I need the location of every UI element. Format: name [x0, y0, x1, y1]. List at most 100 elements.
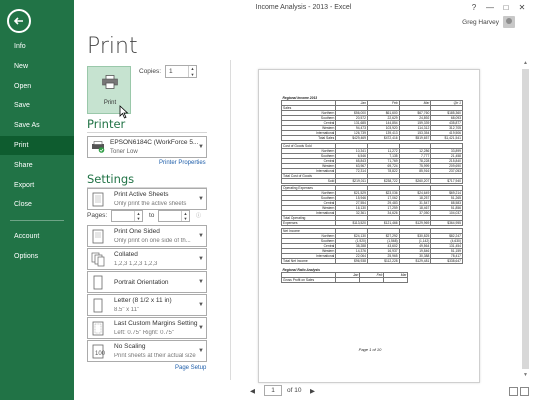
page-footer: Page 1 of 10 [358, 347, 382, 352]
printer-icon [102, 75, 118, 89]
preview-sheet: Regional Income 2013 Jan Feb Mar Qtr 1 Sales N… [280, 96, 463, 283]
portrait-icon [93, 275, 103, 290]
page-number-input[interactable]: 1 [264, 385, 282, 396]
setting-title: Portrait Orientation [114, 279, 169, 286]
setting-subtitle: Only print the active sheets [114, 201, 187, 207]
pane-divider [230, 60, 231, 380]
scrollbar-thumb[interactable] [522, 69, 529, 369]
printer-heading: Printer [87, 117, 126, 131]
setting-title: Print Active Sheets [114, 191, 169, 198]
page-title: Print [87, 34, 138, 59]
setting-subtitle: Left: 0.75" Right: 0.75" [114, 330, 174, 336]
printer-status: Toner Low [110, 149, 138, 155]
backstage-item-save[interactable]: Save [0, 96, 74, 115]
paper-size-dropdown[interactable]: Letter (8 1/2 x 11 in) 8.5" x 11" ▼ [87, 294, 207, 316]
margins-icon [92, 321, 104, 336]
chevron-down-icon: ▼ [198, 196, 204, 202]
one-sided-icon [92, 229, 104, 244]
svg-text:100: 100 [95, 351, 105, 357]
cell-value: $112,228 [366, 257, 400, 264]
scaling-icon: 100 [92, 344, 105, 359]
page-setup-link[interactable]: Page Setup [175, 365, 206, 371]
setting-title: No Scaling [114, 343, 146, 350]
backstage-item-print[interactable]: Print [0, 136, 74, 155]
chevron-down-icon: ▼ [198, 233, 204, 239]
backstage-item-account[interactable]: Account [0, 227, 74, 246]
backstage-item-close[interactable]: Close [0, 195, 74, 214]
restore-button[interactable]: □ [499, 2, 513, 13]
pages-label: Pages: [87, 212, 108, 219]
setting-subtitle: 1,2,3 1,2,3 1,2,3 [114, 261, 158, 267]
setting-title: Collated [114, 251, 138, 258]
spinner-icon[interactable]: ▲ ▼ [134, 211, 142, 221]
page-navigator: ◀ 1 of 10 ▶ [250, 385, 315, 396]
margins-dropdown[interactable]: Last Custom Margins Setting Left: 0.75" … [87, 317, 207, 339]
cell-value: $96,938 [335, 257, 368, 264]
printer-divider [87, 132, 207, 133]
print-what-dropdown[interactable]: Print Active Sheets Only print the activ… [87, 188, 207, 210]
copies-value: 1 [169, 68, 173, 75]
backstage-item-share[interactable]: Share [0, 156, 74, 175]
show-margins-icon[interactable] [509, 387, 518, 396]
setting-title: Print One Sided [114, 228, 160, 235]
zoom-to-page-icon[interactable] [520, 387, 529, 396]
info-icon: ⓘ [196, 213, 202, 219]
spinner-icon[interactable]: ▲ ▼ [188, 66, 196, 77]
backstage-item-new[interactable]: New [0, 57, 74, 76]
setting-title: Last Custom Margins Setting [114, 320, 198, 327]
collated-icon [91, 252, 105, 267]
row-label: Total Net Income [280, 257, 337, 264]
page-count: of 10 [287, 387, 302, 394]
title-bar: Income Analysis - 2013 - Excel ? — □ ✕ G… [74, 0, 533, 28]
sides-dropdown[interactable]: Print One Sided Only print on one side o… [87, 225, 207, 247]
sheets-icon [92, 192, 104, 207]
backstage-nav: Info New Open Save Save As Print Share E… [0, 0, 74, 400]
setting-subtitle: Print sheets at their actual size [114, 353, 196, 359]
setting-subtitle: Only print on one side of th... [114, 238, 191, 244]
table-row: Total Net Income $96,938 $112,228 $129,481 $… [280, 257, 463, 264]
pages-to-label: to [149, 212, 155, 219]
settings-heading: Settings [87, 172, 135, 186]
back-arrow-icon[interactable] [7, 9, 31, 33]
ratio-row-label: Gross Profit on Sales [280, 276, 337, 283]
orientation-dropdown[interactable]: Portrait Orientation ▼ [87, 271, 207, 293]
prev-page-button[interactable]: ◀ [250, 388, 255, 395]
printer-status-icon [92, 141, 105, 153]
backstage-item-options[interactable]: Options [0, 247, 74, 266]
pages-from-stepper[interactable]: ▲ ▼ [111, 210, 143, 222]
chevron-down-icon: ▼ [198, 279, 204, 285]
help-button[interactable]: ? [467, 2, 481, 13]
avatar[interactable] [503, 16, 515, 28]
window-title: Income Analysis - 2013 - Excel [255, 4, 352, 11]
backstage-item-save-as[interactable]: Save As [0, 116, 74, 135]
chevron-down-icon: ▼ [198, 348, 204, 354]
scaling-dropdown[interactable]: 100 No Scaling Print sheets at their act… [87, 340, 207, 362]
paper-icon [93, 298, 103, 313]
cell-value: $129,481 [398, 257, 432, 264]
user-name[interactable]: Greg Harvey [462, 19, 499, 26]
backstage-item-export[interactable]: Export [0, 176, 74, 195]
chevron-down-icon: ▼ [198, 144, 204, 150]
copies-stepper[interactable]: 1 ▲ ▼ [165, 65, 197, 78]
copies-label: Copies: [139, 68, 162, 75]
preview-table: Regional Income 2013 Jan Feb Mar Qtr 1 Sales N… [280, 96, 463, 264]
menu-divider [10, 220, 64, 221]
spinner-icon[interactable]: ▲ ▼ [181, 211, 189, 221]
chevron-down-icon: ▼ [198, 325, 204, 331]
close-button[interactable]: ✕ [515, 2, 529, 13]
next-page-button[interactable]: ▶ [310, 387, 315, 395]
printer-properties-link[interactable]: Printer Properties [159, 160, 206, 166]
preview-view-controls [509, 387, 529, 396]
printer-name: EPSON6184C (WorkForce 5... [110, 139, 199, 146]
backstage-item-info[interactable]: Info [0, 37, 74, 56]
printer-dropdown[interactable]: EPSON6184C (WorkForce 5... Toner Low ▼ [87, 136, 207, 158]
preview-scrollbar[interactable]: ▲ ▼ [521, 60, 530, 380]
setting-subtitle: 8.5" x 11" [114, 307, 140, 313]
scroll-up-icon[interactable]: ▲ [522, 60, 529, 68]
minimize-button[interactable]: — [483, 2, 497, 13]
pages-to-stepper[interactable]: ▲ ▼ [158, 210, 190, 222]
scroll-down-icon[interactable]: ▼ [522, 372, 529, 380]
backstage-item-open[interactable]: Open [0, 77, 74, 96]
window-controls: ? — □ ✕ [467, 2, 529, 13]
collation-dropdown[interactable]: Collated 1,2,3 1,2,3 1,2,3 ▼ [87, 248, 207, 270]
